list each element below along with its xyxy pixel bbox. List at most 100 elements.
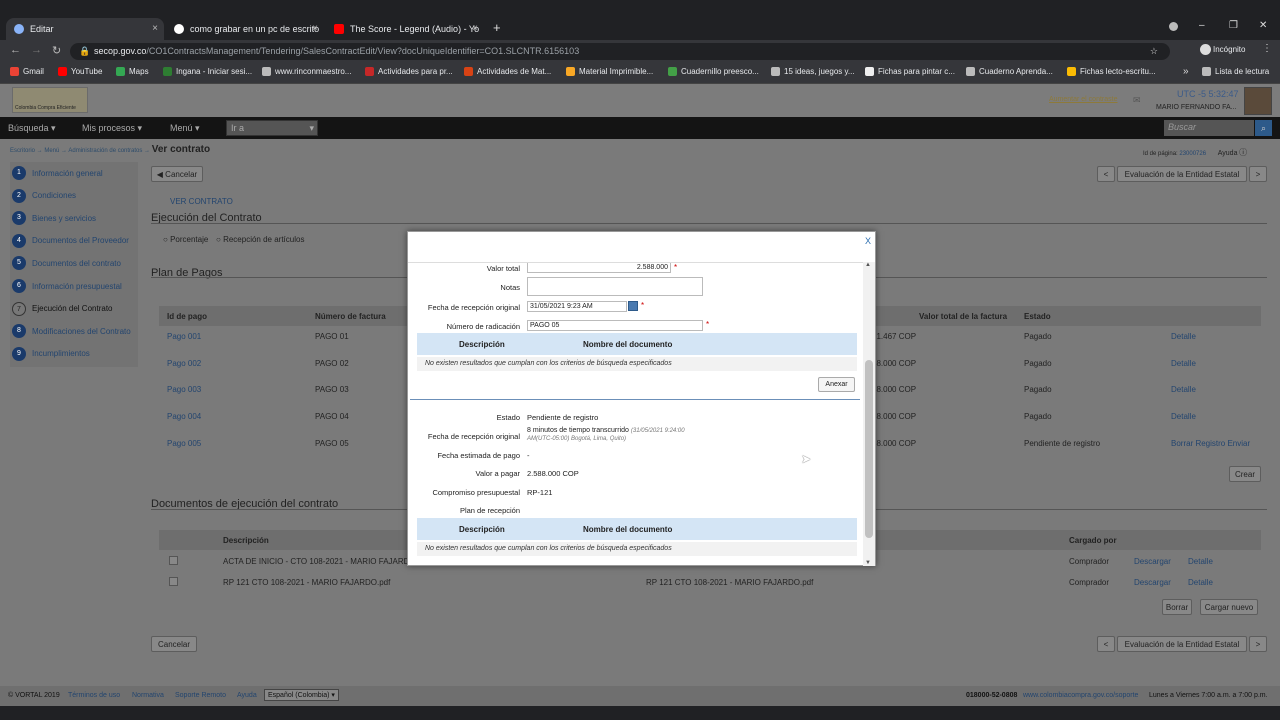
payment-id[interactable]: Pago 003 xyxy=(167,385,201,394)
doc-detail-link[interactable]: Detalle xyxy=(1188,578,1213,587)
fecha-recepcion-input[interactable]: 31/05/2021 9:23 AM xyxy=(527,301,627,312)
payment-action-link[interactable]: Detalle xyxy=(1171,385,1196,394)
bookmark-item[interactable]: Maps xyxy=(116,67,149,76)
radio-porcentaje[interactable]: ○ Porcentaje xyxy=(163,235,208,244)
bookmark-item[interactable]: www.rinconmaestro... xyxy=(262,67,351,76)
bookmark-item[interactable]: Fichas para pintar c... xyxy=(865,67,955,76)
payment-id[interactable]: Pago 002 xyxy=(167,359,201,368)
modal-scrollbar[interactable]: ▲ ▼ xyxy=(863,262,875,566)
valor-total-input[interactable]: 2.588.000 xyxy=(527,263,671,273)
calendar-icon[interactable] xyxy=(628,301,638,311)
user-name[interactable]: MARIO FERNANDO FA... xyxy=(1156,104,1237,111)
sidebar-item-2[interactable]: 2 Condiciones xyxy=(12,187,136,205)
new-tab-button[interactable]: + xyxy=(493,20,501,35)
sidebar-item-3[interactable]: 3 Bienes y servicios xyxy=(12,209,136,227)
bookmark-item[interactable]: Cuadernillo preesco... xyxy=(668,67,759,76)
bookmark-item[interactable]: Actividades de Mat... xyxy=(464,67,551,76)
minimize-button[interactable]: – xyxy=(1199,20,1205,31)
sidebar-item-9[interactable]: 9 Incumplimientos xyxy=(12,345,136,363)
search-icon[interactable]: ⌕ xyxy=(1255,120,1272,136)
tab-editar[interactable]: Editar × xyxy=(6,18,164,40)
anexar-button[interactable]: Anexar xyxy=(818,377,855,392)
next-step-button-bottom[interactable]: Evaluación de la Entidad Estatal xyxy=(1117,636,1247,652)
cancel-button-bottom[interactable]: Cancelar xyxy=(151,636,197,652)
avatar[interactable] xyxy=(1244,87,1272,115)
mail-icon[interactable]: ✉ xyxy=(1133,95,1141,106)
bookmark-item[interactable]: Material Imprimible... xyxy=(566,67,653,76)
support-site-link[interactable]: www.colombiacompra.gov.co/soporte xyxy=(1023,692,1138,699)
language-select[interactable]: Español (Colombia) ▾ xyxy=(264,689,339,701)
go-to-select[interactable]: Ir a ▾ xyxy=(226,120,318,136)
more-bookmarks-button[interactable]: » xyxy=(1183,66,1189,77)
sidebar-item-5[interactable]: 5 Documentos del contrato xyxy=(12,254,136,272)
bookmark-item[interactable]: Actividades para pr... xyxy=(365,67,453,76)
footer-link-normativa[interactable]: Normativa xyxy=(132,692,164,699)
breadcrumb-path[interactable]: Escritorio → Menú → Administración de co… xyxy=(10,148,150,154)
sidebar-item-8[interactable]: 8 Modificaciones del Contrato xyxy=(12,322,136,340)
close-tab-icon[interactable]: × xyxy=(472,23,478,34)
radicacion-input[interactable]: PAGO 05 xyxy=(527,320,703,331)
payment-action-link[interactable]: Detalle xyxy=(1171,359,1196,368)
bookmark-item[interactable]: Gmail xyxy=(10,67,44,76)
close-window-button[interactable]: ✕ xyxy=(1259,20,1267,31)
scroll-up-icon[interactable]: ▲ xyxy=(865,262,871,268)
bookmark-item[interactable]: Fichas lecto-escritu... xyxy=(1067,67,1156,76)
contrast-link[interactable]: Aumentar el contraste xyxy=(1049,96,1117,103)
next-step-button[interactable]: Evaluación de la Entidad Estatal xyxy=(1117,166,1247,182)
doc-download-link[interactable]: Descargar xyxy=(1134,557,1171,566)
payment-id[interactable]: Pago 001 xyxy=(167,332,201,341)
doc-download-link[interactable]: Descargar xyxy=(1134,578,1171,587)
next-arrow-button-bottom[interactable]: > xyxy=(1249,636,1267,652)
sidebar-item-7[interactable]: 7 Ejecución del Contrato xyxy=(12,300,136,318)
bookmark-item[interactable]: YouTube xyxy=(58,67,102,76)
sidebar-item-6[interactable]: 6 Información presupuestal xyxy=(12,277,136,295)
doc-detail-link[interactable]: Detalle xyxy=(1188,557,1213,566)
reload-icon[interactable]: ↻ xyxy=(52,44,61,57)
payment-action-link[interactable]: Detalle xyxy=(1171,332,1196,341)
doc-checkbox[interactable] xyxy=(169,576,178,586)
url-input[interactable]: 🔒 secop.gov.co/CO1ContractsManagement/Te… xyxy=(70,43,1170,60)
scroll-down-icon[interactable]: ▼ xyxy=(865,560,871,566)
back-icon[interactable]: ← xyxy=(10,44,21,56)
bookmark-item[interactable]: 15 ideas, juegos y... xyxy=(771,67,855,76)
footer-link-terminos[interactable]: Términos de uso xyxy=(68,692,120,699)
nav-busqueda[interactable]: Búsqueda ▾ xyxy=(8,123,56,134)
nav-mis-procesos[interactable]: Mis procesos ▾ xyxy=(82,123,142,134)
payment-action-link[interactable]: Detalle xyxy=(1171,412,1196,421)
payment-id[interactable]: Pago 004 xyxy=(167,412,201,421)
star-icon[interactable]: ☆ xyxy=(1150,43,1158,60)
bookmark-item[interactable]: Ingana - Iniciar sesi... xyxy=(163,67,252,76)
next-arrow-button[interactable]: > xyxy=(1249,166,1267,182)
footer-link-ayuda[interactable]: Ayuda xyxy=(237,692,257,699)
sidebar-item-4[interactable]: 4 Documentos del Proveedor xyxy=(12,232,136,250)
nav-menu[interactable]: Menú ▾ xyxy=(170,123,200,134)
menu-kebab-icon[interactable]: ⋮ xyxy=(1262,43,1272,54)
ver-contrato-link[interactable]: VER CONTRATO xyxy=(170,197,233,206)
forward-icon[interactable]: → xyxy=(31,44,42,56)
doc-checkbox[interactable] xyxy=(169,556,178,565)
help-icon[interactable]: ⓘ xyxy=(1239,148,1247,157)
search-input[interactable]: Buscar xyxy=(1164,120,1254,136)
cargar-nuevo-button[interactable]: Cargar nuevo xyxy=(1200,599,1258,615)
maximize-button[interactable]: ❐ xyxy=(1229,20,1238,31)
crear-button[interactable]: Crear xyxy=(1229,466,1261,482)
bookmark-item[interactable]: Cuaderno Aprenda... xyxy=(966,67,1053,76)
scrollbar-thumb[interactable] xyxy=(865,360,873,538)
cancel-button-top[interactable]: ◀ Cancelar xyxy=(151,166,203,182)
prev-step-button-bottom[interactable]: < xyxy=(1097,636,1115,652)
borrar-button[interactable]: Borrar xyxy=(1162,599,1192,615)
payment-id[interactable]: Pago 005 xyxy=(167,439,201,448)
incognito-label[interactable]: Incógnito xyxy=(1213,45,1245,54)
prev-step-button[interactable]: < xyxy=(1097,166,1115,182)
payment-action-link[interactable]: Borrar Registro Enviar xyxy=(1171,439,1250,448)
close-modal-button[interactable]: X xyxy=(865,236,871,246)
sidebar-item-1[interactable]: 1 Información general xyxy=(12,164,136,182)
radio-recepcion[interactable]: ○ Recepción de artículos xyxy=(216,235,304,244)
notas-textarea[interactable] xyxy=(527,277,703,296)
colombia-compra-logo[interactable]: Colombia Compra Eficiente xyxy=(12,87,88,113)
media-control-icon[interactable] xyxy=(1169,22,1178,31)
tab-youtube[interactable]: The Score - Legend (Audio) - Yo × xyxy=(326,18,484,40)
close-tab-icon[interactable]: × xyxy=(152,23,158,34)
close-tab-icon[interactable]: × xyxy=(312,23,318,34)
reading-list-button[interactable]: Lista de lectura xyxy=(1202,67,1269,76)
